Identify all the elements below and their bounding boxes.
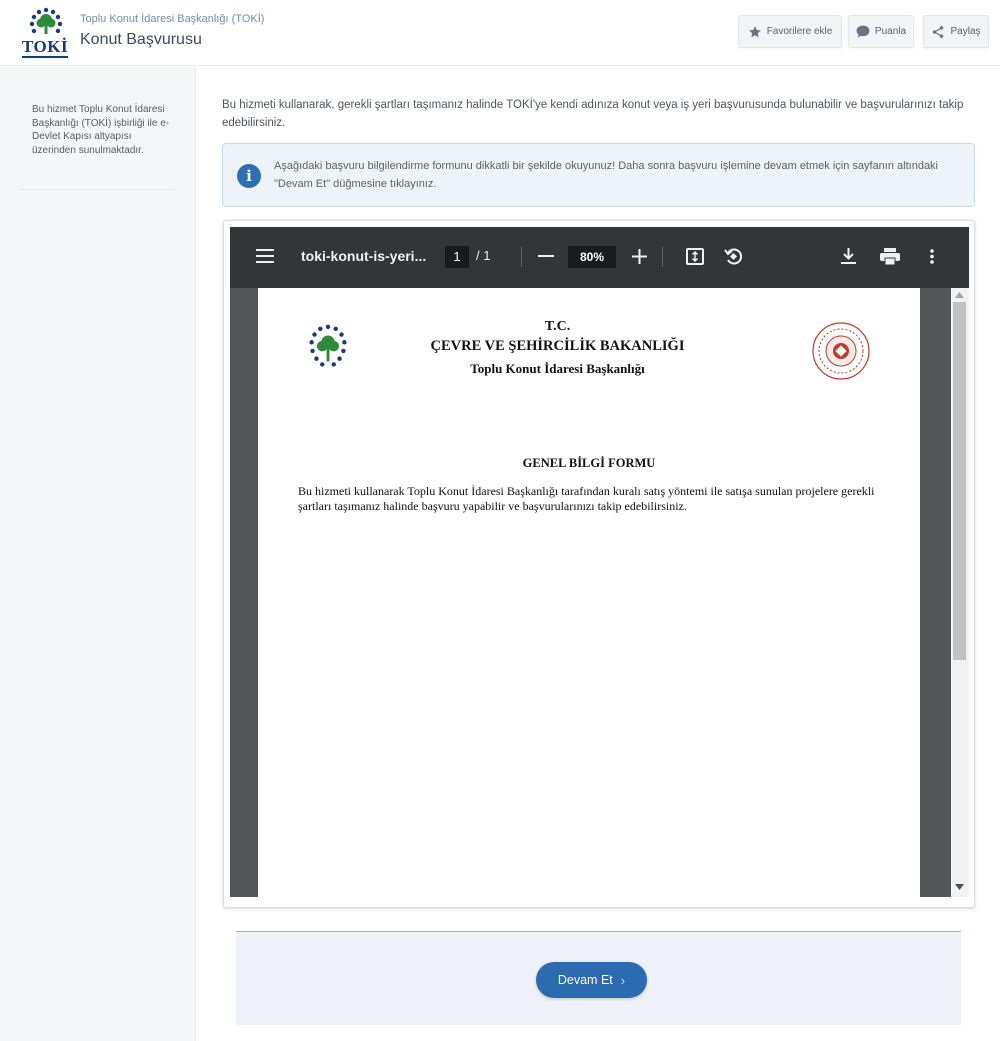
- share-icon: [933, 25, 944, 38]
- minus-icon[interactable]: [538, 255, 554, 258]
- toki-doc-logo: [309, 324, 347, 367]
- fit-page-icon[interactable]: [686, 248, 704, 265]
- continue-button[interactable]: Devam Et ›: [536, 962, 647, 998]
- info-text: Aşağıdaki başvuru bilgilendirme formunu …: [274, 160, 939, 190]
- page-number-input[interactable]: 1: [445, 246, 469, 268]
- pdf-doc-title: toki-konut-is-yeri...: [301, 248, 427, 264]
- share-label: Paylaş: [950, 26, 981, 37]
- sidebar-divider: [20, 189, 174, 190]
- comment-icon: [856, 25, 870, 38]
- sidebar-description: Bu hizmet Toplu Konut İdaresi Başkanlığı…: [32, 104, 170, 156]
- continue-label: Devam Et: [557, 973, 613, 987]
- favorite-button[interactable]: Favorilere ekle: [738, 15, 842, 48]
- page-title: Konut Başvurusu: [80, 31, 202, 48]
- rate-button[interactable]: Puanla: [848, 15, 914, 48]
- more-icon[interactable]: [930, 249, 934, 264]
- org-name[interactable]: Toplu Konut İdaresi Başkanlığı (TOKİ): [80, 13, 264, 25]
- chevron-right-icon: ›: [620, 972, 626, 988]
- favorite-label: Favorilere ekle: [766, 26, 833, 37]
- doc-agency: Toplu Konut İdaresi Başkanlığı: [470, 361, 645, 376]
- zoom-input[interactable]: 80%: [568, 246, 616, 268]
- intro-text: Bu hizmeti kullanarak, gerekli şartları …: [222, 99, 964, 129]
- plus-icon[interactable]: [632, 249, 647, 264]
- rate-label: Puanla: [874, 26, 907, 37]
- star-icon: [748, 25, 761, 37]
- seal-icon: [812, 322, 870, 380]
- info-icon: i: [237, 164, 261, 188]
- doc-ministry: ÇEVRE VE ŞEHİRCİLİK BAKANLIĞI: [430, 338, 685, 354]
- toolbar-divider: [662, 247, 663, 267]
- share-button[interactable]: Paylaş: [923, 15, 989, 48]
- logo-text: TOKİ: [22, 37, 69, 58]
- rotate-icon[interactable]: [724, 247, 742, 265]
- scroll-up-icon[interactable]: [955, 292, 964, 298]
- page-total: / 1: [476, 248, 491, 263]
- print-icon[interactable]: [880, 248, 900, 265]
- doc-paragraph: Bu hizmeti kullanarak Toplu Konut İdares…: [298, 484, 875, 513]
- info-alert: i Aşağıdaki başvuru bilgilendirme formun…: [222, 143, 975, 207]
- scroll-down-icon[interactable]: [955, 884, 964, 890]
- menu-icon[interactable]: [256, 249, 274, 263]
- toolbar-divider: [521, 247, 522, 267]
- sidebar: Bu hizmet Toplu Konut İdaresi Başkanlığı…: [0, 67, 196, 1041]
- doc-form-title: GENEL BİLGİ FORMU: [522, 456, 656, 470]
- download-icon[interactable]: [841, 248, 856, 265]
- doc-tc: T.C.: [544, 319, 571, 334]
- page-header: TOKİ Toplu Konut İdaresi Başkanlığı (TOK…: [0, 0, 1000, 66]
- pdf-scrollbar-thumb[interactable]: [953, 302, 966, 660]
